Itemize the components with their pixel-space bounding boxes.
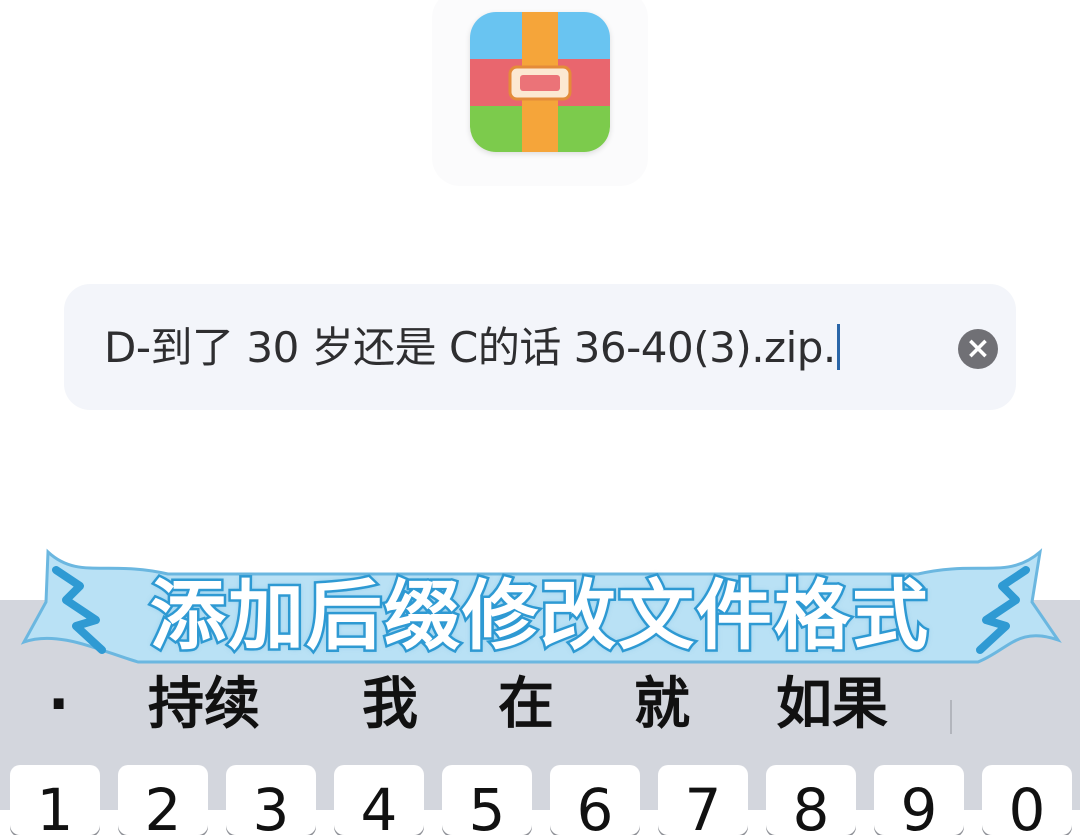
- key-9[interactable]: 9: [874, 765, 964, 835]
- key-5[interactable]: 5: [442, 765, 532, 835]
- text-caret: [836, 324, 840, 370]
- filename-input-text[interactable]: D-到了 30 岁还是 C的话 36-40(3).zip.: [104, 320, 840, 376]
- key-7[interactable]: 7: [658, 765, 748, 835]
- caption-banner: 添加后缀修改文件格式: [18, 530, 1062, 695]
- key-6[interactable]: 6: [550, 765, 640, 835]
- archive-zip-icon: [470, 12, 610, 152]
- filename-field[interactable]: D-到了 30 岁还是 C的话 36-40(3).zip. ×: [64, 284, 1016, 410]
- key-3[interactable]: 3: [226, 765, 316, 835]
- clear-x-icon[interactable]: ×: [958, 329, 998, 369]
- caption-text: 添加后缀修改文件格式: [148, 571, 931, 660]
- suggestion-divider: [950, 700, 952, 734]
- filename-value: D-到了 30 岁还是 C的话 36-40(3).zip.: [104, 323, 836, 372]
- key-0[interactable]: 0: [982, 765, 1072, 835]
- key-4[interactable]: 4: [334, 765, 424, 835]
- key-8[interactable]: 8: [766, 765, 856, 835]
- key-1[interactable]: 1: [10, 765, 100, 835]
- key-2[interactable]: 2: [118, 765, 208, 835]
